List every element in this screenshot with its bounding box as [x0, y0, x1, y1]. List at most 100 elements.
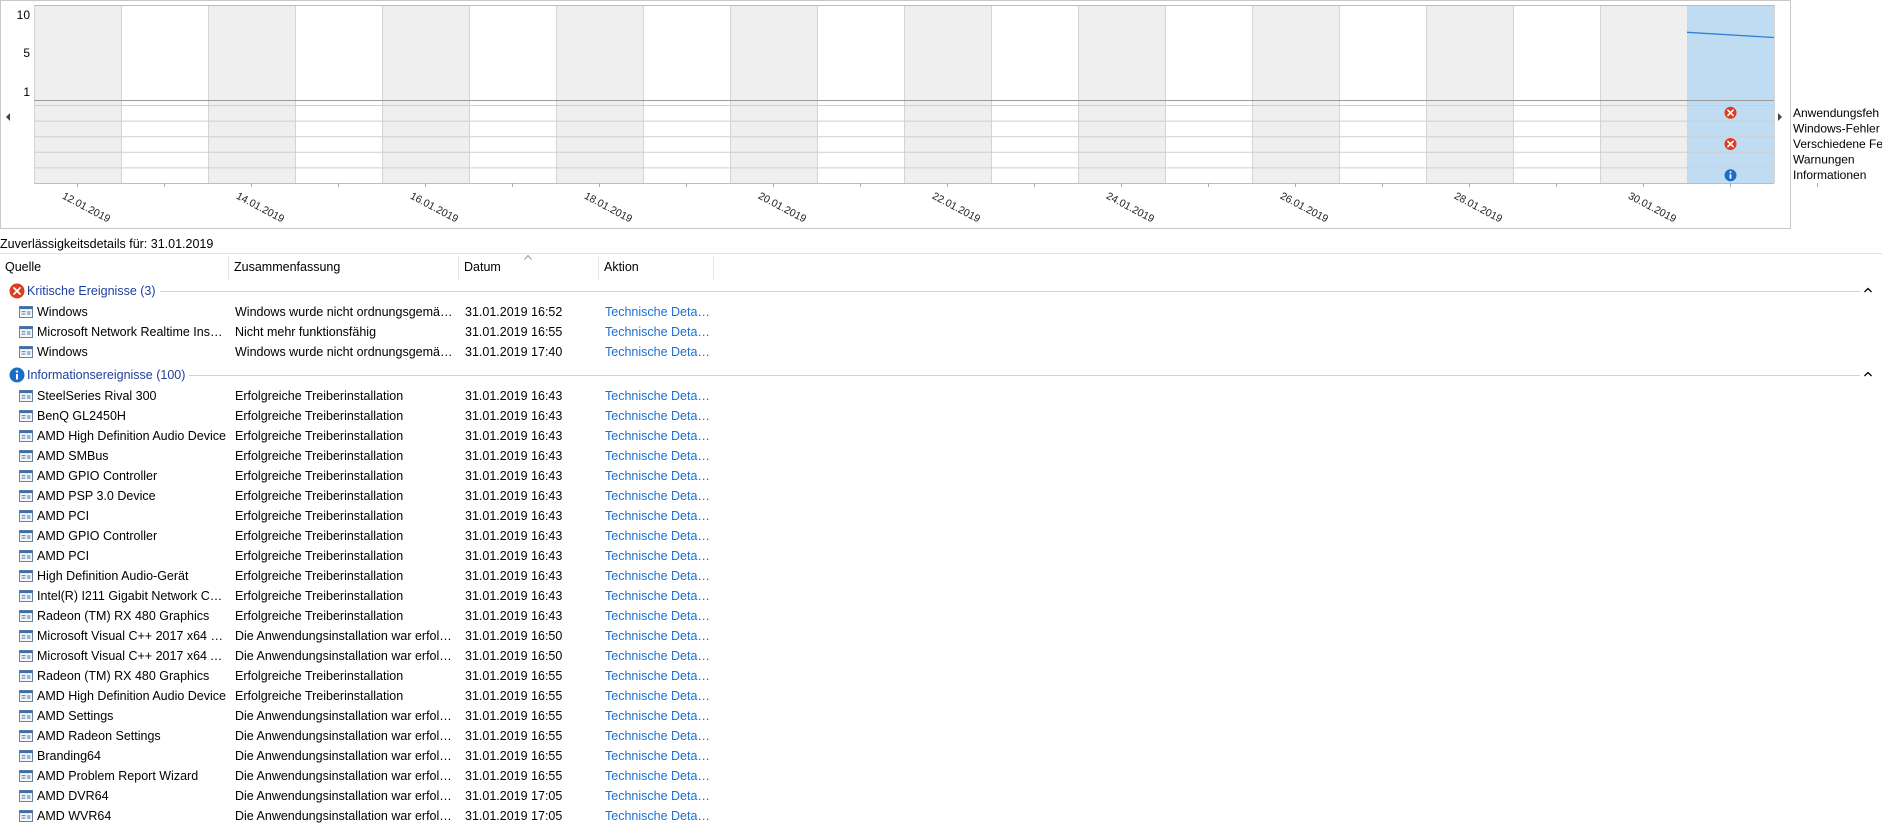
technical-details-link[interactable]: Technische Detail...	[605, 406, 710, 426]
collapse-chevron-icon[interactable]	[1862, 284, 1874, 296]
group-header[interactable]: Kritische Ereignisse (3)	[0, 281, 1882, 301]
day-column[interactable]	[469, 5, 556, 183]
table-row[interactable]: BenQ GL2450H Erfolgreiche Treiberinstalla…	[0, 406, 1882, 426]
table-row[interactable]: Microsoft Visual C++ 2017 x64 Mi... Die A…	[0, 626, 1882, 646]
table-row[interactable]: AMD DVR64 Die Anwendungsinstallation war …	[0, 786, 1882, 806]
technical-details-link[interactable]: Technische Detail...	[605, 586, 710, 606]
table-row[interactable]: AMD PSP 3.0 Device Erfolgreiche Treiberin…	[0, 486, 1882, 506]
table-row[interactable]: Windows Windows wurde nicht ordnungsgemäß…	[0, 342, 1882, 362]
day-column[interactable]	[643, 5, 730, 183]
column-header-summary[interactable]: Zusammenfassung	[229, 256, 459, 280]
technical-details-link[interactable]: Technische Detail...	[605, 466, 710, 486]
collapse-chevron-icon[interactable]	[1862, 368, 1874, 380]
day-column[interactable]	[34, 5, 121, 183]
technical-details-link[interactable]: Technische Detail...	[605, 322, 710, 342]
day-column[interactable]	[208, 5, 295, 183]
table-row[interactable]: AMD GPIO Controller Erfolgreiche Treiberi…	[0, 466, 1882, 486]
technical-details-link[interactable]: Technische Detail...	[605, 546, 710, 566]
day-column[interactable]	[1426, 5, 1513, 183]
day-column[interactable]	[1252, 5, 1339, 183]
table-row[interactable]: AMD GPIO Controller Erfolgreiche Treiberi…	[0, 526, 1882, 546]
technical-details-link[interactable]: Technische Detail...	[605, 686, 710, 706]
table-row[interactable]: AMD Problem Report Wizard Die Anwendungsi…	[0, 766, 1882, 786]
group-label: Informationsereignisse (100)	[27, 365, 190, 385]
application-window-icon	[19, 326, 33, 338]
table-row[interactable]: AMD High Definition Audio Device Erfolgre…	[0, 686, 1882, 706]
day-column[interactable]	[730, 5, 817, 183]
cell-source: AMD PSP 3.0 Device	[37, 489, 156, 503]
technical-details-link[interactable]: Technische Detail...	[605, 506, 710, 526]
day-column[interactable]	[1339, 5, 1426, 183]
group-header[interactable]: Informationsereignisse (100)	[0, 365, 1882, 385]
table-row[interactable]: Microsoft Network Realtime Inspe... Nicht…	[0, 322, 1882, 342]
application-window-icon	[19, 650, 33, 662]
day-column[interactable]	[556, 5, 643, 183]
day-column[interactable]	[991, 5, 1078, 183]
table-row[interactable]: AMD Settings Die Anwendungsinstallation w…	[0, 706, 1882, 726]
table-row[interactable]: Intel(R) I211 Gigabit Network Con... Erfo…	[0, 586, 1882, 606]
group-divider	[27, 291, 1860, 292]
technical-details-link[interactable]: Technische Detail...	[605, 526, 710, 546]
technical-details-link[interactable]: Technische Detail...	[605, 606, 710, 626]
cell-summary: Erfolgreiche Treiberinstallation	[235, 529, 404, 543]
table-row[interactable]: Radeon (TM) RX 480 Graphics Erfolgreiche …	[0, 606, 1882, 626]
cell-date: 31.01.2019 16:43	[465, 569, 563, 583]
technical-details-link[interactable]: Technische Detail...	[605, 486, 710, 506]
technical-details-link[interactable]: Technische Detail...	[605, 426, 710, 446]
legend-label: Warnungen	[1793, 153, 1855, 167]
day-column[interactable]	[817, 5, 904, 183]
technical-details-link[interactable]: Technische Detail...	[605, 626, 710, 646]
table-row[interactable]: AMD High Definition Audio Device Erfolgre…	[0, 426, 1882, 446]
application-window-icon	[19, 670, 33, 682]
day-column[interactable]	[1600, 5, 1687, 183]
technical-details-link[interactable]: Technische Detail...	[605, 646, 710, 666]
technical-details-link[interactable]: Technische Detail...	[605, 666, 710, 686]
day-column[interactable]	[1078, 5, 1165, 183]
y-tick-label: 10	[17, 8, 31, 22]
technical-details-link[interactable]: Technische Detail...	[605, 726, 710, 746]
table-row[interactable]: AMD PCI Erfolgreiche Treiberinstallation 3…	[0, 506, 1882, 526]
technical-details-link[interactable]: Technische Detail...	[605, 342, 710, 362]
application-window-icon	[19, 570, 33, 582]
table-row[interactable]: Branding64 Die Anwendungsinstallation war…	[0, 746, 1882, 766]
technical-details-link[interactable]: Technische Detail...	[605, 746, 710, 766]
cell-summary: Windows wurde nicht ordnungsgemäß ...	[235, 305, 457, 319]
table-row[interactable]: SteelSeries Rival 300 Erfolgreiche Treibe…	[0, 386, 1882, 406]
cell-date: 31.01.2019 16:43	[465, 489, 563, 503]
table-row[interactable]: High Definition Audio-Gerät Erfolgreiche …	[0, 566, 1882, 586]
technical-details-link[interactable]: Technische Detail...	[605, 446, 710, 466]
column-header-source[interactable]: Quelle	[0, 256, 229, 280]
technical-details-link[interactable]: Technische Detail...	[605, 566, 710, 586]
technical-details-link[interactable]: Technische Detail...	[605, 766, 710, 786]
day-column[interactable]	[295, 5, 382, 183]
application-window-icon	[19, 630, 33, 642]
cell-date: 31.01.2019 16:43	[465, 529, 563, 543]
cell-summary: Erfolgreiche Treiberinstallation	[235, 509, 404, 523]
day-column[interactable]	[382, 5, 469, 183]
day-column[interactable]	[1513, 5, 1600, 183]
cell-date: 31.01.2019 17:40	[465, 345, 563, 359]
column-header-date[interactable]: Datum	[459, 256, 599, 280]
technical-details-link[interactable]: Technische Detail...	[605, 806, 710, 826]
table-row[interactable]: Microsoft Visual C++ 2017 x64 Ad... Die A…	[0, 646, 1882, 666]
details-title: Zuverlässigkeitsdetails für: 31.01.2019	[0, 237, 214, 251]
technical-details-link[interactable]: Technische Detail...	[605, 386, 710, 406]
day-column[interactable]	[1165, 5, 1252, 183]
reliability-chart[interactable]: 10 5 1 AnwendungsfehWindows-Fehler Verschied…	[0, 0, 1882, 234]
table-row[interactable]: AMD PCI Erfolgreiche Treiberinstallation 3…	[0, 546, 1882, 566]
day-column[interactable]	[904, 5, 991, 183]
table-row[interactable]: Windows Windows wurde nicht ordnungsgemäß…	[0, 302, 1882, 322]
cell-date: 31.01.2019 16:52	[465, 305, 563, 319]
column-header-action[interactable]: Aktion	[599, 256, 714, 280]
day-column[interactable]	[121, 5, 208, 183]
table-row[interactable]: AMD WVR64 Die Anwendungsinstallation war …	[0, 806, 1882, 826]
table-row[interactable]: AMD Radeon Settings Die Anwendungsinstall…	[0, 726, 1882, 746]
technical-details-link[interactable]: Technische Detail...	[605, 302, 710, 322]
table-row[interactable]: AMD SMBus Erfolgreiche Treiberinstallatio…	[0, 446, 1882, 466]
table-row[interactable]: Radeon (TM) RX 480 Graphics Erfolgreiche …	[0, 666, 1882, 686]
cell-summary: Die Anwendungsinstallation war erfolgr..…	[235, 729, 457, 743]
application-window-icon	[19, 710, 33, 722]
technical-details-link[interactable]: Technische Detail...	[605, 786, 710, 806]
day-column[interactable]	[1687, 5, 1774, 183]
technical-details-link[interactable]: Technische Detail...	[605, 706, 710, 726]
